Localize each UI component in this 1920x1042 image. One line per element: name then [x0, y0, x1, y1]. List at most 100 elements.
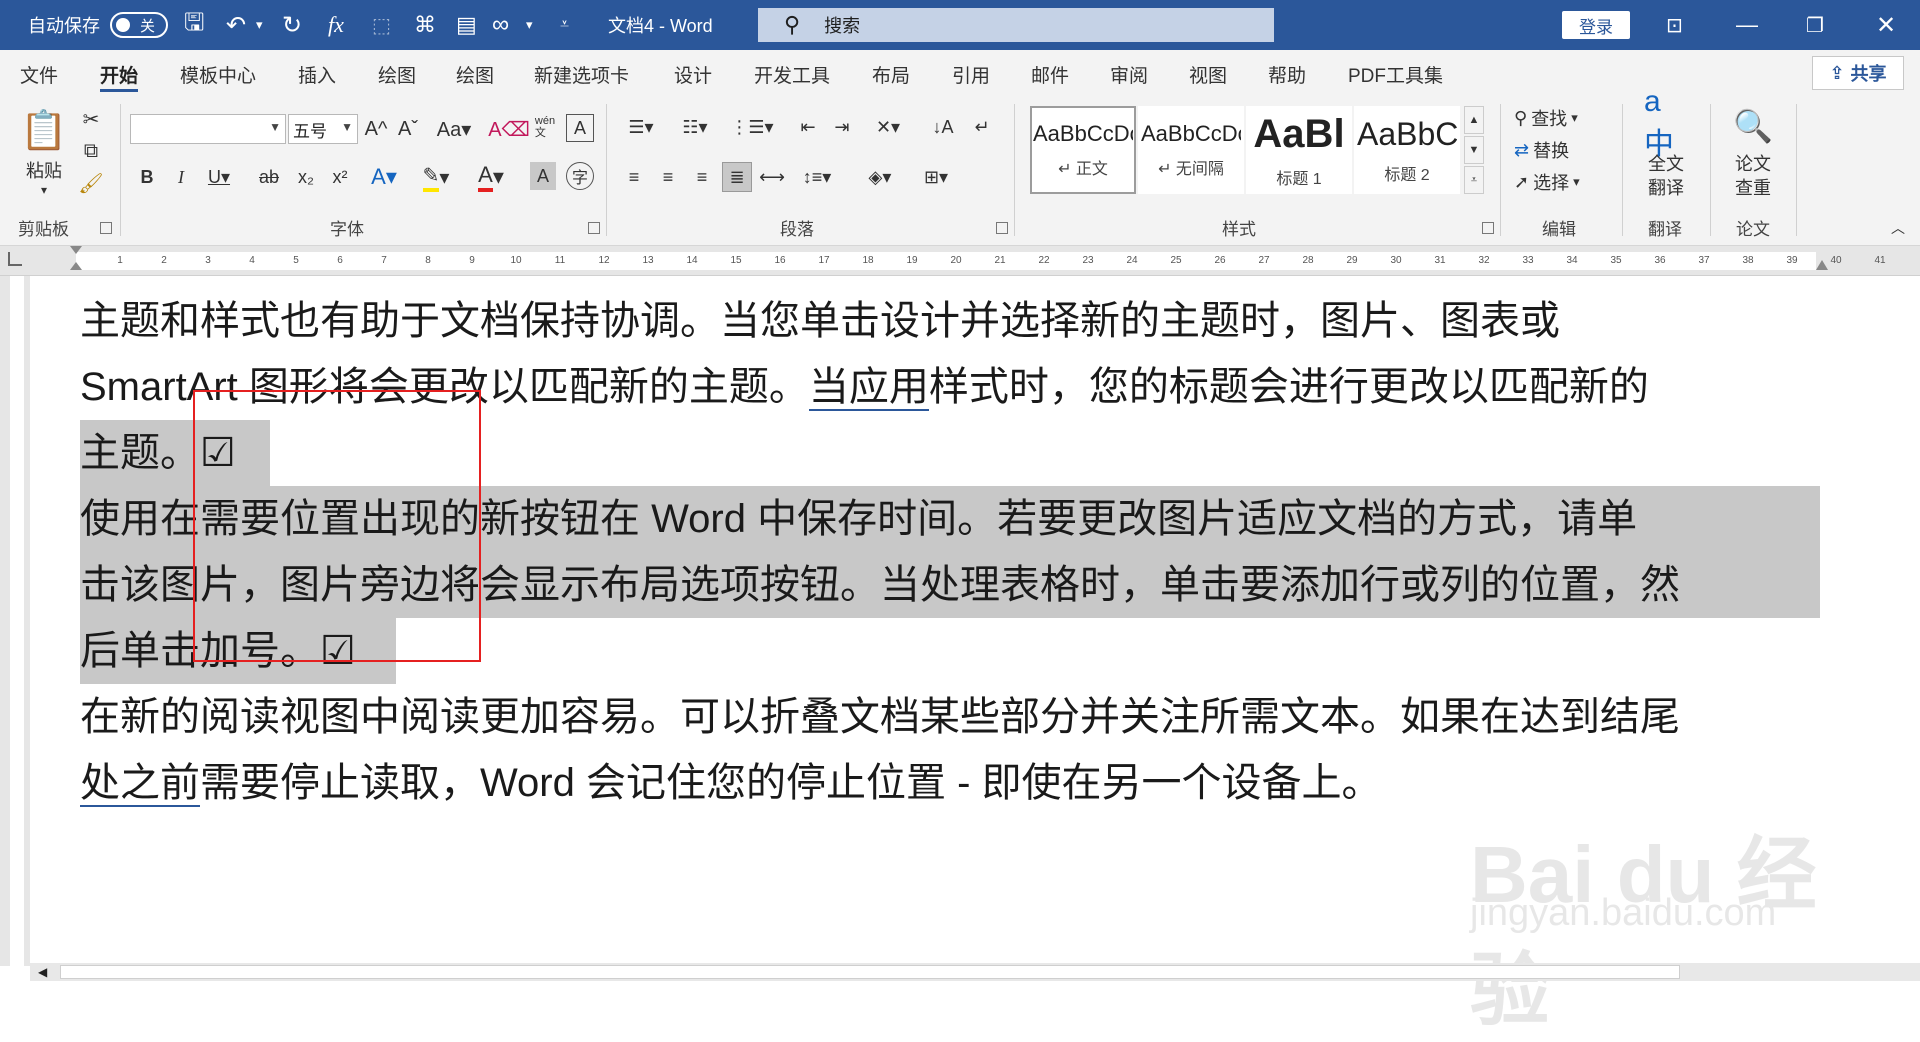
- paper-check-icon[interactable]: 🔍: [1730, 104, 1776, 148]
- character-shading-icon[interactable]: A: [530, 162, 556, 190]
- tab-selector-icon[interactable]: [8, 252, 22, 266]
- align-left-icon[interactable]: ≡: [620, 162, 648, 192]
- paste-label[interactable]: 粘贴: [22, 158, 66, 182]
- pointer-icon[interactable]: ⬚: [372, 0, 391, 50]
- italic-icon[interactable]: I: [168, 162, 194, 192]
- justify-icon[interactable]: ≣: [722, 162, 752, 192]
- shading-icon[interactable]: ◈▾: [858, 162, 902, 192]
- full-text-label[interactable]: 全文: [1640, 152, 1692, 174]
- sort-icon[interactable]: ↓A: [928, 112, 958, 142]
- copy-icon[interactable]: ⧉: [78, 138, 104, 164]
- translate-icon[interactable]: a中: [1644, 85, 1688, 161]
- style-normal[interactable]: AaBbCcDc ↵ 正文: [1030, 106, 1136, 194]
- text-effects-icon[interactable]: A▾: [364, 162, 404, 192]
- share-button[interactable]: ⇪ 共享: [1812, 56, 1904, 90]
- styles-scroll-up-icon[interactable]: ▲: [1464, 106, 1484, 134]
- doc-line-7[interactable]: 在新的阅读视图中阅读更加容易。可以折叠文档某些部分并关注所需文本。如果在达到结尾: [80, 684, 1680, 750]
- translate-label[interactable]: 翻译: [1640, 176, 1692, 198]
- restore-icon[interactable]: ❐: [1806, 0, 1824, 50]
- bold-icon[interactable]: B: [134, 162, 160, 192]
- tab-new-tab[interactable]: 新建选项卡: [534, 50, 629, 98]
- line-spacing-icon[interactable]: ↕≡▾: [796, 162, 838, 192]
- superscript-icon[interactable]: x²: [326, 162, 354, 192]
- tab-mailings[interactable]: 邮件: [1031, 50, 1069, 98]
- change-case-icon[interactable]: Aa▾: [434, 114, 474, 144]
- tab-developer[interactable]: 开发工具: [754, 50, 830, 98]
- font-size-combo[interactable]: 五号 ▼: [288, 114, 358, 144]
- indent-marker-icon[interactable]: [70, 246, 82, 276]
- right-indent-marker-icon[interactable]: [1816, 260, 1828, 270]
- increase-indent-icon[interactable]: ⇥: [828, 112, 856, 142]
- enclose-characters-icon[interactable]: 字: [566, 162, 594, 190]
- style-heading-1[interactable]: AaBl 标题 1: [1246, 106, 1352, 194]
- doc-line-1[interactable]: 主题和样式也有助于文档保持协调。当您单击设计并选择新的主题时，图片、图表或: [80, 288, 1560, 354]
- minimize-icon[interactable]: —: [1736, 0, 1758, 50]
- font-launcher-icon[interactable]: [588, 222, 600, 234]
- distributed-icon[interactable]: ⟷: [758, 162, 786, 192]
- multilevel-list-icon[interactable]: ⋮☰▾: [728, 112, 776, 142]
- font-name-combo[interactable]: ▼: [130, 114, 286, 144]
- tab-home[interactable]: 开始: [100, 50, 139, 98]
- doc-line-8[interactable]: 处之前需要停止读取，Word 会记住您的停止位置 - 即使在另一个设备上。: [80, 750, 1382, 816]
- paste-dropdown-icon[interactable]: ▾: [32, 182, 56, 198]
- paragraph-launcher-icon[interactable]: [996, 222, 1008, 234]
- decrease-indent-icon[interactable]: ⇤: [794, 112, 822, 142]
- horizontal-ruler[interactable]: 1 2 3 4 5 6 7 8 9 10 11 12 13 14 15 16 17 18 19 20 21 22 23 24 2…: [0, 246, 1920, 276]
- tab-view[interactable]: 视图: [1189, 50, 1227, 98]
- bullets-icon[interactable]: ☰▾: [620, 112, 662, 142]
- character-border-icon[interactable]: A: [566, 114, 594, 142]
- scrollbar-thumb[interactable]: [60, 965, 1680, 979]
- tab-layout[interactable]: 布局: [872, 50, 910, 98]
- collapse-ribbon-icon[interactable]: ︿: [1886, 218, 1910, 238]
- tab-design[interactable]: 设计: [674, 50, 712, 98]
- login-button[interactable]: 登录: [1562, 11, 1630, 39]
- scroll-left-icon[interactable]: ◀: [38, 965, 47, 979]
- cut-icon[interactable]: ✂: [78, 106, 104, 132]
- strikethrough-icon[interactable]: ab: [254, 162, 284, 192]
- customize-toolbar-icon[interactable]: ⩡: [560, 0, 569, 50]
- undo-icon[interactable]: ↶: [226, 0, 246, 50]
- style-heading-2[interactable]: AaBbC 标题 2: [1354, 106, 1460, 194]
- underline-icon[interactable]: U▾: [202, 162, 236, 192]
- highlight-color-icon[interactable]: ✎ ▾: [414, 162, 458, 192]
- undo-dropdown-icon[interactable]: ▾: [256, 0, 263, 50]
- asian-layout-icon[interactable]: ✕▾: [866, 112, 910, 142]
- tab-draw[interactable]: 绘图: [378, 50, 416, 98]
- loop-dropdown-icon[interactable]: ▾: [526, 0, 533, 50]
- formula-icon[interactable]: fx: [328, 0, 344, 50]
- phonetic-guide-icon[interactable]: wén 文: [530, 110, 560, 144]
- shrink-font-icon[interactable]: Aˇ: [394, 114, 422, 144]
- find-button[interactable]: ⚲ 查找 ▾: [1514, 104, 1578, 132]
- horizontal-scrollbar[interactable]: ◀: [30, 963, 1920, 981]
- save-icon[interactable]: 🖫: [184, 0, 204, 50]
- tab-references[interactable]: 引用: [952, 50, 990, 98]
- borders-icon[interactable]: ⊞▾: [914, 162, 958, 192]
- vertical-ruler[interactable]: [0, 276, 30, 966]
- clear-formatting-icon[interactable]: A⌫: [488, 114, 530, 144]
- close-icon[interactable]: ✕: [1876, 0, 1896, 50]
- redo-icon[interactable]: ↻: [282, 0, 302, 50]
- hierarchy-icon[interactable]: ⌘: [414, 0, 436, 50]
- show-marks-icon[interactable]: ↵: [968, 112, 996, 142]
- tab-help[interactable]: 帮助: [1268, 50, 1306, 98]
- style-no-spacing[interactable]: AaBbCcDc ↵ 无间隔: [1138, 106, 1244, 194]
- styles-more-icon[interactable]: ⩡: [1464, 166, 1484, 194]
- numbering-icon[interactable]: ☷▾: [674, 112, 716, 142]
- tab-insert[interactable]: 插入: [298, 50, 336, 98]
- select-button[interactable]: ➚ 选择 ▾: [1514, 168, 1580, 196]
- tab-template-center[interactable]: 模板中心: [180, 50, 256, 98]
- styles-scroll-down-icon[interactable]: ▼: [1464, 136, 1484, 164]
- font-color-icon[interactable]: A ▾: [470, 162, 512, 192]
- document-icon[interactable]: ▤: [456, 0, 477, 50]
- grow-font-icon[interactable]: A^: [362, 114, 390, 144]
- paste-icon[interactable]: 📋: [20, 106, 68, 156]
- format-painter-icon[interactable]: 🖌: [78, 170, 104, 196]
- paper-label[interactable]: 论文: [1728, 152, 1778, 174]
- tab-draw-2[interactable]: 绘图: [456, 50, 494, 98]
- search-box[interactable]: ⚲ 搜索: [758, 8, 1274, 42]
- ribbon-display-options-icon[interactable]: ⊡: [1666, 0, 1683, 50]
- tab-pdf-tools[interactable]: PDF工具集: [1348, 50, 1443, 98]
- loop-icon[interactable]: ∞: [492, 0, 509, 50]
- replace-button[interactable]: ⇄ 替换: [1514, 136, 1569, 164]
- styles-launcher-icon[interactable]: [1482, 222, 1494, 234]
